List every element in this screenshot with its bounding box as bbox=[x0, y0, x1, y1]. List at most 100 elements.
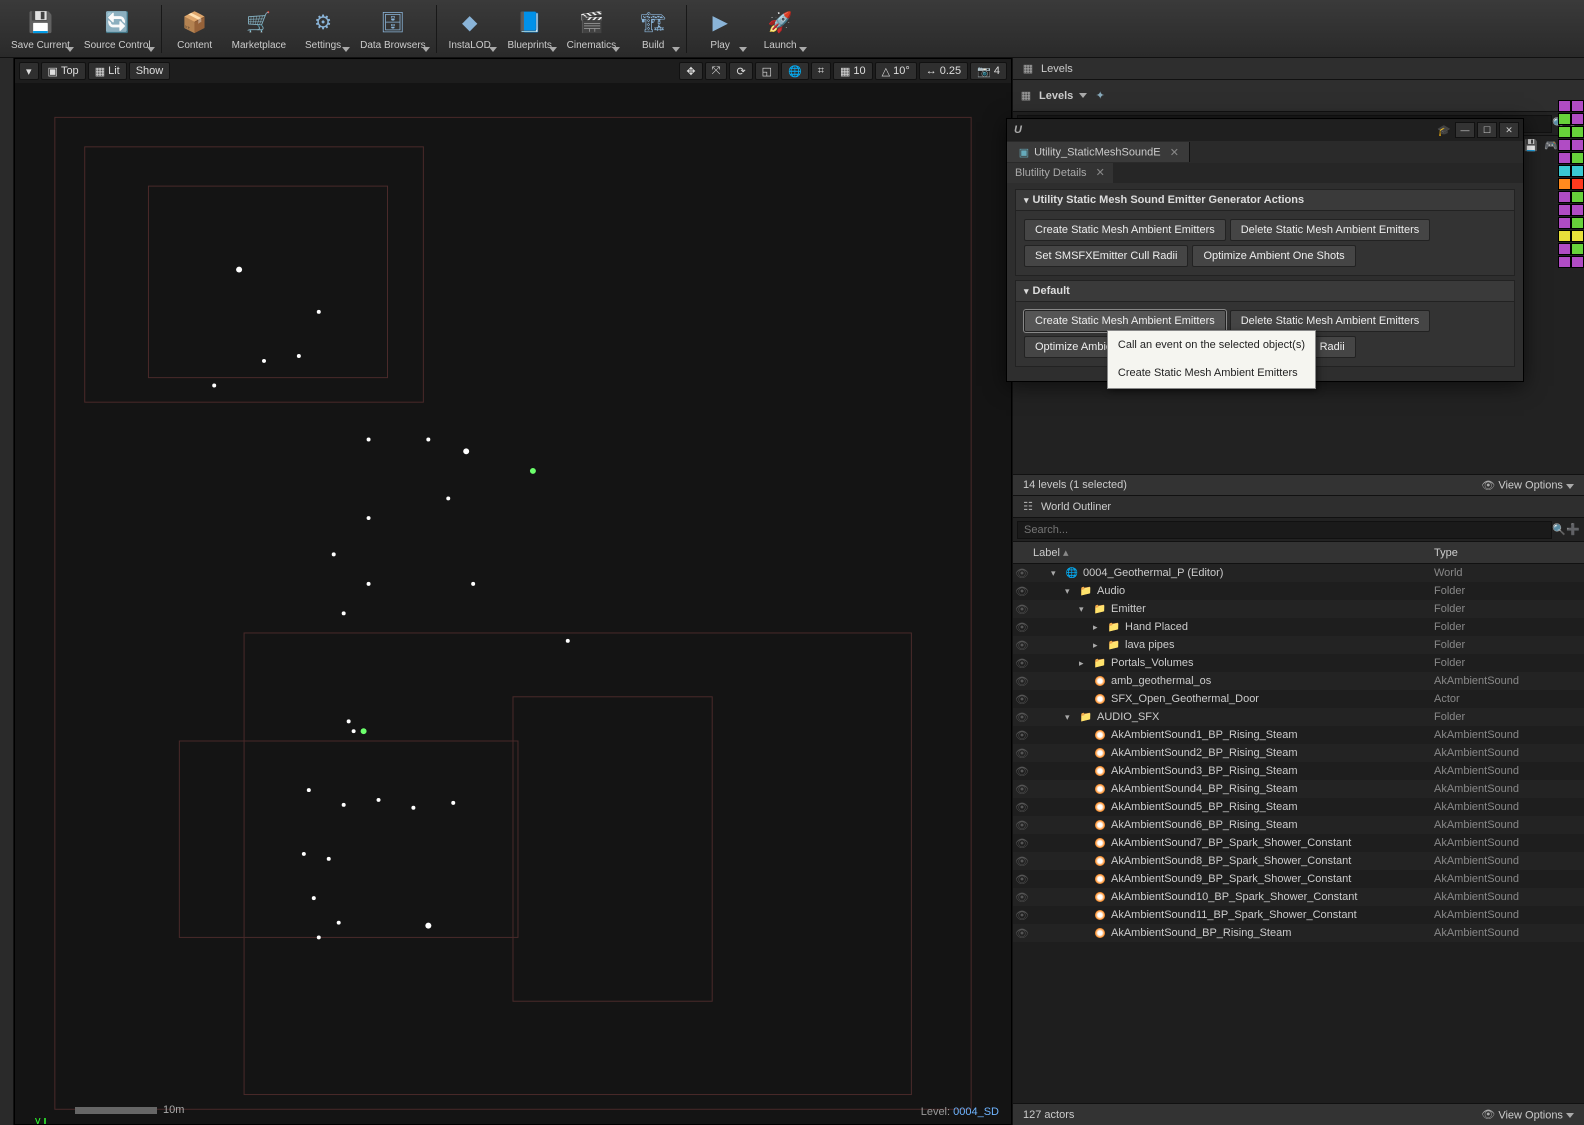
outliner-row[interactable]: 👁AkAmbientSound11_BP_Spark_Shower_Consta… bbox=[1013, 906, 1584, 924]
collapse-icon[interactable]: ▾ bbox=[1065, 586, 1075, 597]
visibility-icon[interactable]: 👁 bbox=[1013, 747, 1031, 760]
col-type[interactable]: Type bbox=[1434, 547, 1584, 559]
visibility-icon[interactable]: 👁 bbox=[1013, 891, 1031, 904]
toolbar-launch[interactable]: 🚀Launch bbox=[751, 2, 809, 56]
visibility-icon[interactable]: 👁 bbox=[1013, 621, 1031, 634]
outliner-row[interactable]: 👁▾🌐0004_Geothermal_P (Editor)World bbox=[1013, 564, 1584, 582]
outliner-add-icon[interactable]: ➕ bbox=[1566, 523, 1580, 537]
visibility-icon[interactable]: 👁 bbox=[1013, 927, 1031, 940]
outliner-row[interactable]: 👁▾📁AudioFolder bbox=[1013, 582, 1584, 600]
collapse-icon[interactable]: ▾ bbox=[1051, 568, 1061, 579]
level-kismet-icon[interactable]: 🎮 bbox=[1544, 138, 1558, 152]
outliner-row[interactable]: 👁AkAmbientSound6_BP_Rising_SteamAkAmbien… bbox=[1013, 816, 1584, 834]
blutility-details-tab[interactable]: Blutility Details ✕ bbox=[1007, 163, 1113, 183]
outliner-row[interactable]: 👁AkAmbientSound3_BP_Rising_SteamAkAmbien… bbox=[1013, 762, 1584, 780]
view-top[interactable]: ▣Top bbox=[41, 62, 86, 80]
coord-space[interactable]: 🌐 bbox=[781, 62, 809, 80]
viewport-menu[interactable]: ▾ bbox=[19, 62, 39, 80]
minimize-button[interactable]: — bbox=[1455, 122, 1475, 138]
toolbar-data-browsers[interactable]: 🗄Data Browsers bbox=[354, 2, 432, 56]
outliner-row[interactable]: 👁AkAmbientSound8_BP_Spark_Shower_Constan… bbox=[1013, 852, 1584, 870]
outliner-view-options[interactable]: 👁 View Options bbox=[1481, 1108, 1574, 1122]
expand-icon[interactable]: ▸ bbox=[1093, 622, 1103, 633]
outliner-row[interactable]: 👁AkAmbientSound5_BP_Rising_SteamAkAmbien… bbox=[1013, 798, 1584, 816]
color-chip-row[interactable] bbox=[1558, 113, 1584, 125]
visibility-icon[interactable]: 👁 bbox=[1013, 603, 1031, 616]
action-set-smsfxemitter-cull-radii[interactable]: Set SMSFXEmitter Cull Radii bbox=[1024, 245, 1188, 267]
blutility-window-tab[interactable]: ▣ Utility_StaticMeshSoundE ✕ bbox=[1007, 142, 1190, 162]
action-delete-static-mesh-ambient-emitters[interactable]: Delete Static Mesh Ambient Emitters bbox=[1230, 310, 1431, 332]
graduation-icon[interactable]: 🎓 bbox=[1437, 123, 1451, 137]
toolbar-blueprints[interactable]: 📘Blueprints bbox=[501, 2, 559, 56]
search-icon[interactable]: 🔍 bbox=[1552, 523, 1566, 537]
visibility-icon[interactable]: 👁 bbox=[1013, 873, 1031, 886]
action-delete-static-mesh-ambient-emitters[interactable]: Delete Static Mesh Ambient Emitters bbox=[1230, 219, 1431, 241]
action-optimize-ambient-one-shots[interactable]: Optimize Ambient One Shots bbox=[1192, 245, 1355, 267]
close-tab-icon[interactable]: ✕ bbox=[1170, 147, 1179, 159]
close-button[interactable]: ✕ bbox=[1499, 122, 1519, 138]
toolbar-content[interactable]: 📦Content bbox=[166, 2, 224, 56]
visibility-icon[interactable]: 👁 bbox=[1013, 837, 1031, 850]
outliner-row[interactable]: 👁▸📁lava pipesFolder bbox=[1013, 636, 1584, 654]
col-label[interactable]: Label ▴ bbox=[1013, 546, 1434, 559]
camera-speed[interactable]: 📷4 bbox=[970, 62, 1007, 80]
transform-scale[interactable]: ◱ bbox=[755, 62, 779, 80]
visibility-icon[interactable]: 👁 bbox=[1013, 675, 1031, 688]
visibility-icon[interactable]: 👁 bbox=[1013, 693, 1031, 706]
maximize-button[interactable]: ☐ bbox=[1477, 122, 1497, 138]
visibility-icon[interactable]: 👁 bbox=[1013, 639, 1031, 652]
transform-translate[interactable]: ⤧ bbox=[705, 62, 728, 80]
expand-icon[interactable]: ▸ bbox=[1093, 640, 1103, 651]
outliner-row[interactable]: 👁AkAmbientSound1_BP_Rising_SteamAkAmbien… bbox=[1013, 726, 1584, 744]
visibility-icon[interactable]: 👁 bbox=[1013, 801, 1031, 814]
blutility-titlebar[interactable]: U 🎓 — ☐ ✕ bbox=[1007, 119, 1523, 141]
viewport[interactable]: xy 10m Level: 0004_SD bbox=[15, 83, 1011, 1124]
section-header-default[interactable]: ▾Default bbox=[1015, 280, 1515, 302]
toolbar-play[interactable]: ▶Play bbox=[691, 2, 749, 56]
visibility-icon[interactable]: 👁 bbox=[1013, 729, 1031, 742]
outliner-row[interactable]: 👁SFX_Open_Geothermal_DoorActor bbox=[1013, 690, 1584, 708]
color-chip-row[interactable] bbox=[1558, 100, 1584, 112]
outliner-tab[interactable]: ☷ World Outliner bbox=[1013, 496, 1584, 518]
visibility-icon[interactable]: 👁 bbox=[1013, 909, 1031, 922]
visibility-icon[interactable]: 👁 bbox=[1013, 783, 1031, 796]
action-create-static-mesh-ambient-emitters[interactable]: Create Static Mesh Ambient Emitters bbox=[1024, 219, 1226, 241]
level-save-icon[interactable]: 💾 bbox=[1524, 138, 1538, 152]
section-header-actions[interactable]: ▾Utility Static Mesh Sound Emitter Gener… bbox=[1015, 189, 1515, 211]
visibility-icon[interactable]: 👁 bbox=[1013, 567, 1031, 580]
toolbar-source-control[interactable]: 🔄Source Control bbox=[78, 2, 157, 56]
outliner-row[interactable]: 👁▸📁Hand PlacedFolder bbox=[1013, 618, 1584, 636]
color-chip-row[interactable] bbox=[1558, 243, 1584, 255]
transform-rotate[interactable]: ⟳ bbox=[729, 62, 752, 80]
transform-select[interactable]: ✥ bbox=[679, 62, 702, 80]
color-chip-row[interactable] bbox=[1558, 178, 1584, 190]
color-chip-row[interactable] bbox=[1558, 230, 1584, 242]
view-lit[interactable]: ▦Lit bbox=[88, 62, 127, 80]
view-show[interactable]: Show bbox=[129, 62, 171, 80]
levels-dropdown-icon[interactable] bbox=[1079, 93, 1087, 98]
toolbar-save-current[interactable]: 💾Save Current bbox=[5, 2, 76, 56]
color-chip-row[interactable] bbox=[1558, 217, 1584, 229]
close-tab-icon[interactable]: ✕ bbox=[1096, 167, 1105, 179]
grid-snap[interactable]: ▦10 bbox=[833, 62, 873, 80]
levels-view-options[interactable]: 👁 View Options bbox=[1481, 478, 1574, 492]
outliner-row[interactable]: 👁AkAmbientSound9_BP_Spark_Shower_Constan… bbox=[1013, 870, 1584, 888]
toolbar-cinematics[interactable]: 🎬Cinematics bbox=[561, 2, 622, 56]
collapse-icon[interactable]: ▾ bbox=[1065, 712, 1075, 723]
color-chip-row[interactable] bbox=[1558, 152, 1584, 164]
outliner-row[interactable]: 👁▾📁AUDIO_SFXFolder bbox=[1013, 708, 1584, 726]
action-create-static-mesh-ambient-emitters[interactable]: Create Static Mesh Ambient Emitters bbox=[1024, 310, 1226, 332]
visibility-icon[interactable]: 👁 bbox=[1013, 711, 1031, 724]
surface-snap[interactable]: ⌗ bbox=[811, 62, 831, 80]
outliner-search-input[interactable] bbox=[1017, 521, 1552, 539]
outliner-row[interactable]: 👁AkAmbientSound2_BP_Rising_SteamAkAmbien… bbox=[1013, 744, 1584, 762]
color-chip-row[interactable] bbox=[1558, 204, 1584, 216]
visibility-icon[interactable]: 👁 bbox=[1013, 657, 1031, 670]
toolbar-instalod[interactable]: ◆InstaLOD bbox=[441, 2, 499, 56]
visibility-icon[interactable]: 👁 bbox=[1013, 765, 1031, 778]
toolbar-settings[interactable]: ⚙Settings bbox=[294, 2, 352, 56]
levels-tab[interactable]: ▦ Levels bbox=[1013, 58, 1584, 80]
color-chip-row[interactable] bbox=[1558, 139, 1584, 151]
expand-icon[interactable]: ▸ bbox=[1079, 658, 1089, 669]
angle-snap[interactable]: △10° bbox=[875, 62, 917, 80]
